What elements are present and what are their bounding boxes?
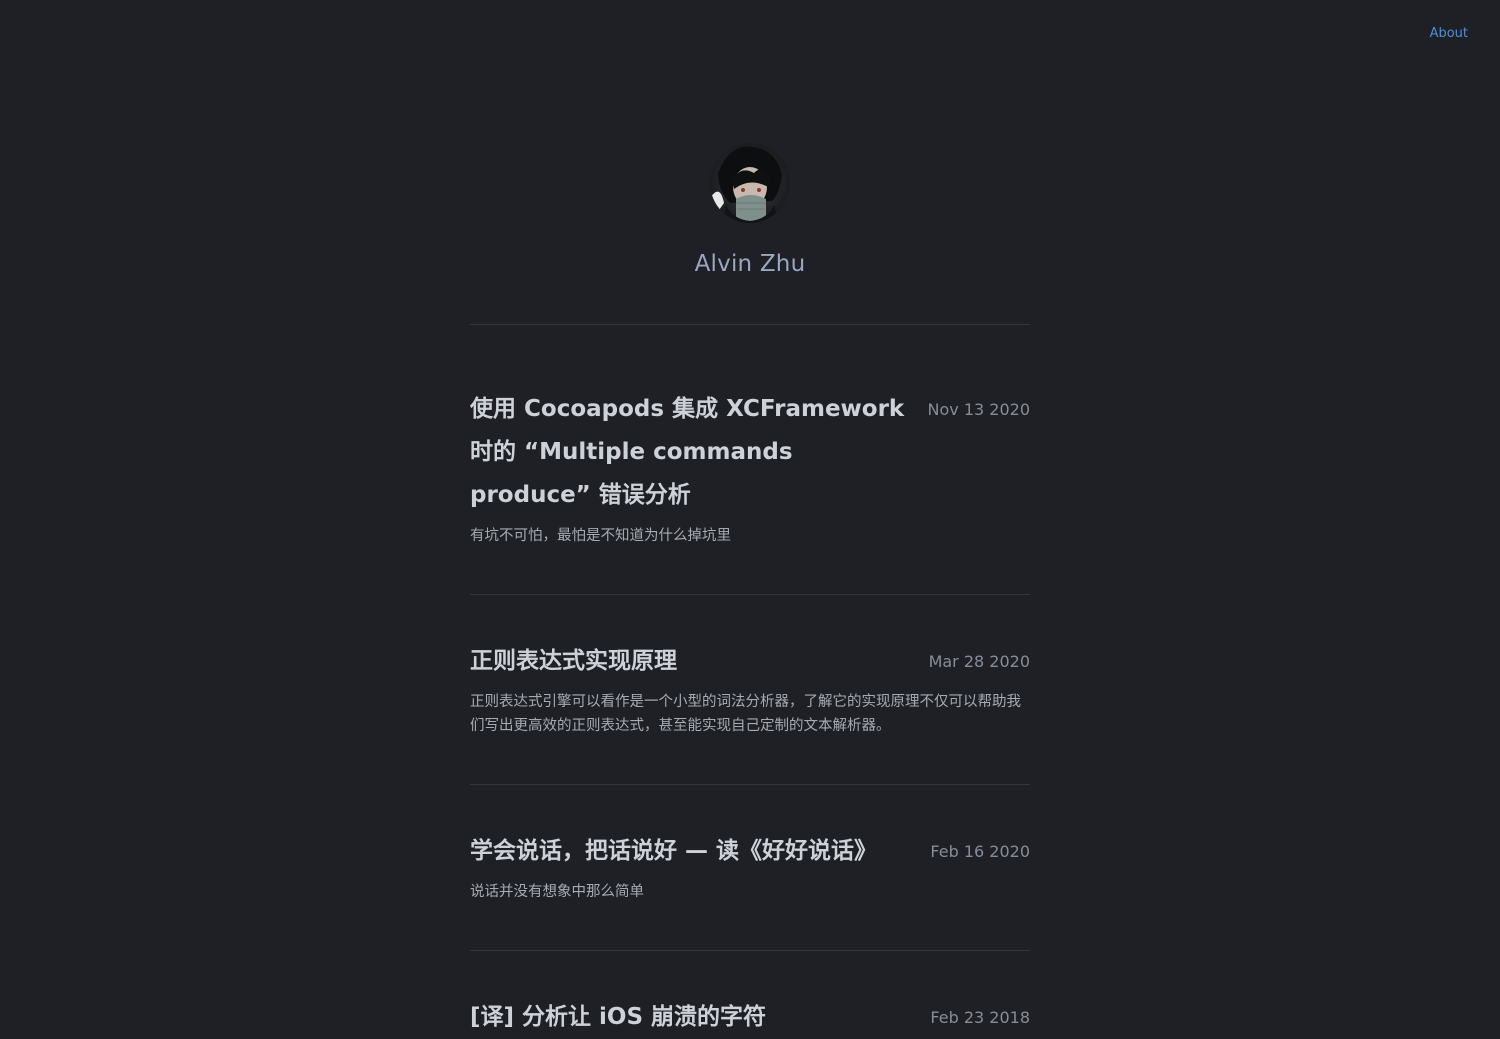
post-description: 说话并没有想象中那么简单 bbox=[470, 884, 644, 900]
post-description: 有坑不可怕，最怕是不知道为什么掉坑里 bbox=[470, 528, 731, 544]
post-title-link[interactable]: [译] 分析让 iOS 崩溃的字符 bbox=[470, 996, 920, 1039]
post-date: Feb 16 2020 bbox=[930, 842, 1030, 861]
post-title-link[interactable]: 使用 Cocoapods 集成 XCFramework 时的 “Multiple… bbox=[470, 388, 920, 517]
post-date: Feb 23 2018 bbox=[930, 1008, 1030, 1027]
post-item: [译] 分析让 iOS 崩溃的字符 Feb 23 2018 bbox=[470, 951, 1030, 1039]
post-title-link[interactable]: 正则表达式实现原理 bbox=[470, 640, 920, 683]
post-item: 正则表达式实现原理 Mar 28 2020 正则表达式引擎可以看作是一个小型的词… bbox=[470, 595, 1030, 784]
avatar[interactable] bbox=[710, 143, 790, 223]
post-item: 学会说话，把话说好 — 读《好好说话》 Feb 16 2020 说话并没有想象中… bbox=[470, 785, 1030, 950]
post-description: 正则表达式引擎可以看作是一个小型的词法分析器，了解它的实现原理不仅可以帮助我们写… bbox=[470, 694, 1021, 734]
post-list: 使用 Cocoapods 集成 XCFramework 时的 “Multiple… bbox=[470, 324, 1030, 1039]
post-title-link[interactable]: 学会说话，把话说好 — 读《好好说话》 bbox=[470, 830, 920, 873]
site-header: Alvin Zhu bbox=[0, 143, 1500, 277]
top-nav: About bbox=[1430, 22, 1468, 41]
post-date: Mar 28 2020 bbox=[928, 652, 1030, 671]
post-date: Nov 13 2020 bbox=[927, 400, 1030, 419]
about-link[interactable]: About bbox=[1430, 26, 1468, 41]
post-item: 使用 Cocoapods 集成 XCFramework 时的 “Multiple… bbox=[470, 325, 1030, 594]
site-author-name: Alvin Zhu bbox=[694, 251, 806, 277]
